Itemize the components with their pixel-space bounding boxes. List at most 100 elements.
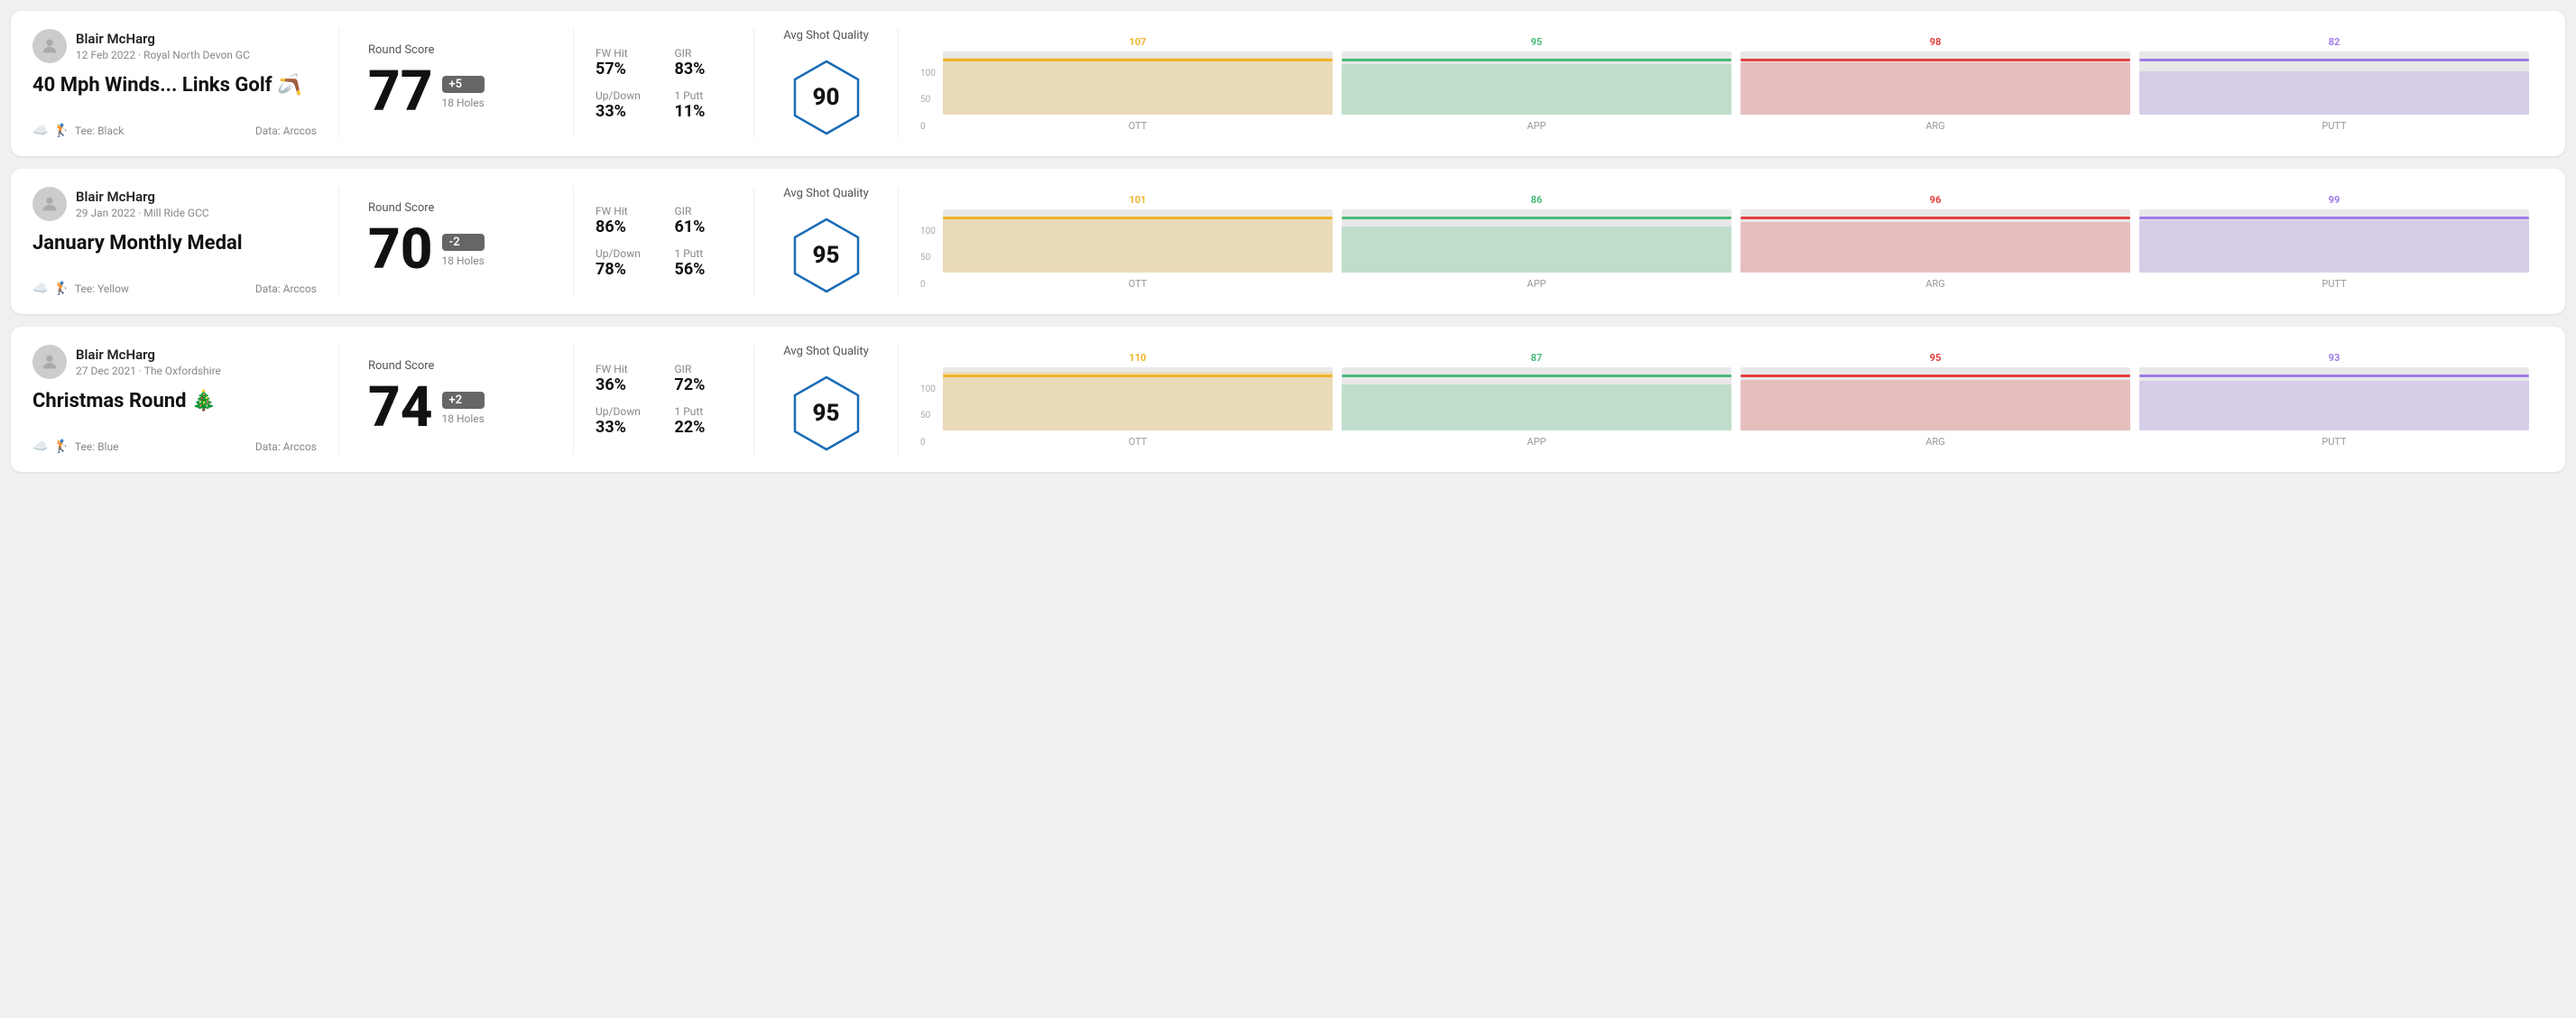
chart-column-app: 86 APP: [1342, 194, 1731, 290]
card-stats: FW Hit 86% GIR 61% Up/Down 78% 1 Putt 56…: [574, 187, 754, 296]
bar-wrapper: [943, 367, 1333, 430]
avatar: [32, 345, 67, 379]
card-chart: 100 50 0 110 OTT 87 APP 95: [899, 345, 2544, 454]
bag-icon: 🏌️: [53, 124, 69, 138]
score-badge: +5: [442, 76, 485, 93]
bar-wrapper: [1740, 209, 2130, 273]
chart-bars: 107 OTT 95 APP 98 ARG 82: [943, 36, 2529, 132]
data-source: Data: Arccos: [255, 125, 317, 137]
card-left: Blair McHarg 27 Dec 2021 · The Oxfordshi…: [32, 345, 339, 454]
player-meta: 27 Dec 2021 · The Oxfordshire: [76, 365, 221, 377]
card-middle: Round Score 74 +2 18 Holes: [339, 345, 574, 454]
score-row: 77 +5 18 Holes: [368, 64, 544, 120]
player-meta: 12 Feb 2022 · Royal North Devon GC: [76, 49, 250, 61]
card-left: Blair McHarg 29 Jan 2022 · Mill Ride GCC…: [32, 187, 339, 296]
card-quality: Avg Shot Quality 95: [754, 187, 899, 296]
player-name: Blair McHarg: [76, 189, 209, 205]
round-card-round2: Blair McHarg 29 Jan 2022 · Mill Ride GCC…: [11, 169, 2565, 314]
bar-wrapper: [1342, 209, 1731, 273]
data-source: Data: Arccos: [255, 440, 317, 453]
score-number: 74: [368, 380, 433, 436]
round-card-round3: Blair McHarg 27 Dec 2021 · The Oxfordshi…: [11, 327, 2565, 472]
bar-wrapper: [943, 51, 1333, 115]
chart-column-arg: 95 ARG: [1740, 352, 2130, 448]
round-title: January Monthly Medal: [32, 232, 317, 255]
quality-score: 95: [813, 400, 840, 427]
round-score-label: Round Score: [368, 201, 544, 215]
card-middle: Round Score 77 +5 18 Holes: [339, 29, 574, 138]
oneputt-stat: 1 Putt 11%: [675, 89, 733, 121]
card-chart: 100 50 0 107 OTT 95 APP 98: [899, 29, 2544, 138]
stats-grid: FW Hit 36% GIR 72% Up/Down 33% 1 Putt 22…: [596, 363, 732, 437]
bar-wrapper: [2139, 51, 2529, 115]
fw-hit-stat: FW Hit 57%: [596, 47, 653, 79]
holes-label: 18 Holes: [442, 412, 485, 425]
card-quality: Avg Shot Quality 95: [754, 345, 899, 454]
stats-grid: FW Hit 86% GIR 61% Up/Down 78% 1 Putt 56…: [596, 205, 732, 279]
player-name: Blair McHarg: [76, 31, 250, 47]
bar-wrapper: [1740, 367, 2130, 430]
score-badge: +2: [442, 392, 485, 409]
tee-info: ☁️ 🏌️ Tee: Blue Data: Arccos: [32, 440, 317, 454]
card-stats: FW Hit 57% GIR 83% Up/Down 33% 1 Putt 11…: [574, 29, 754, 138]
fw-hit-stat: FW Hit 36%: [596, 363, 653, 394]
weather-icon: ☁️: [32, 440, 48, 454]
player-header: Blair McHarg 12 Feb 2022 · Royal North D…: [32, 29, 317, 63]
player-name: Blair McHarg: [76, 347, 221, 363]
chart-y-axis: 100 50 0: [920, 227, 936, 290]
holes-label: 18 Holes: [442, 97, 485, 109]
chart-y-axis: 100 50 0: [920, 384, 936, 448]
card-stats: FW Hit 36% GIR 72% Up/Down 33% 1 Putt 22…: [574, 345, 754, 454]
card-middle: Round Score 70 -2 18 Holes: [339, 187, 574, 296]
avatar: [32, 187, 67, 221]
tee-label: Tee: Blue: [75, 440, 119, 453]
bar-wrapper: [2139, 209, 2529, 273]
player-header: Blair McHarg 29 Jan 2022 · Mill Ride GCC: [32, 187, 317, 221]
data-source: Data: Arccos: [255, 282, 317, 295]
bar-wrapper: [943, 209, 1333, 273]
chart-column-putt: 93 PUTT: [2139, 352, 2529, 448]
weather-icon: ☁️: [32, 282, 48, 296]
chart-column-ott: 101 OTT: [943, 194, 1333, 290]
bag-icon: 🏌️: [53, 282, 69, 296]
tee-label: Tee: Yellow: [75, 282, 129, 295]
score-row: 70 -2 18 Holes: [368, 222, 544, 278]
hexagon: 95: [786, 215, 867, 296]
card-chart: 100 50 0 101 OTT 86 APP 96: [899, 187, 2544, 296]
updown-stat: Up/Down 33%: [596, 405, 653, 437]
chart-bars: 101 OTT 86 APP 96 ARG 99: [943, 194, 2529, 290]
oneputt-stat: 1 Putt 56%: [675, 247, 733, 279]
updown-stat: Up/Down 78%: [596, 247, 653, 279]
bar-wrapper: [2139, 367, 2529, 430]
chart-column-app: 87 APP: [1342, 352, 1731, 448]
round-title: 40 Mph Winds... Links Golf 🪃: [32, 74, 317, 97]
holes-label: 18 Holes: [442, 255, 485, 267]
chart-column-putt: 99 PUTT: [2139, 194, 2529, 290]
fw-hit-stat: FW Hit 86%: [596, 205, 653, 236]
score-number: 70: [368, 222, 433, 278]
card-quality: Avg Shot Quality 90: [754, 29, 899, 138]
chart-column-arg: 98 ARG: [1740, 36, 2130, 132]
gir-stat: GIR 61%: [675, 205, 733, 236]
quality-score: 90: [813, 84, 840, 111]
avatar: [32, 29, 67, 63]
bar-wrapper: [1740, 51, 2130, 115]
avg-quality-label: Avg Shot Quality: [783, 187, 869, 200]
avg-quality-label: Avg Shot Quality: [783, 345, 869, 358]
round-card-round1: Blair McHarg 12 Feb 2022 · Royal North D…: [11, 11, 2565, 156]
chart-column-ott: 110 OTT: [943, 352, 1333, 448]
gir-stat: GIR 83%: [675, 47, 733, 79]
oneputt-stat: 1 Putt 22%: [675, 405, 733, 437]
hexagon: 90: [786, 57, 867, 138]
tee-info: ☁️ 🏌️ Tee: Yellow Data: Arccos: [32, 282, 317, 296]
round-title: Christmas Round 🎄: [32, 390, 317, 412]
chart-y-axis: 100 50 0: [920, 69, 936, 132]
chart-column-ott: 107 OTT: [943, 36, 1333, 132]
score-row: 74 +2 18 Holes: [368, 380, 544, 436]
bar-wrapper: [1342, 51, 1731, 115]
chart-column-app: 95 APP: [1342, 36, 1731, 132]
tee-info: ☁️ 🏌️ Tee: Black Data: Arccos: [32, 124, 317, 138]
weather-icon: ☁️: [32, 124, 48, 138]
stats-grid: FW Hit 57% GIR 83% Up/Down 33% 1 Putt 11…: [596, 47, 732, 121]
quality-score: 95: [813, 242, 840, 269]
